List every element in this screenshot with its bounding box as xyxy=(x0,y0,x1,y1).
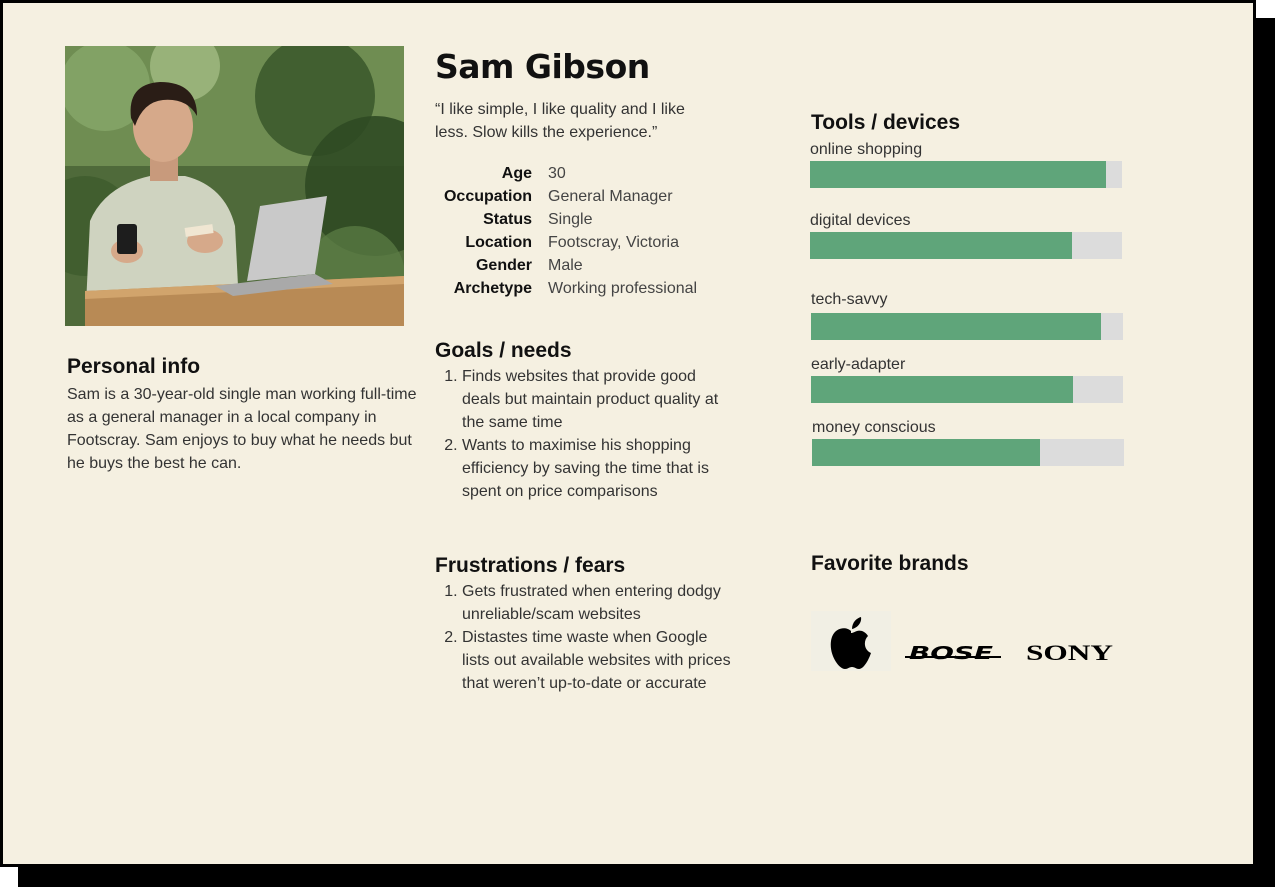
detail-label: Archetype xyxy=(453,280,532,297)
detail-value: Working professional xyxy=(548,280,698,297)
detail-value: Footscray, Victoria xyxy=(548,234,680,251)
persona-photo-illustration xyxy=(65,46,404,326)
bar-label-money-conscious: money conscious xyxy=(812,419,936,436)
frustrations-heading: Frustrations / fears xyxy=(435,554,626,577)
bar-track-early-adapter xyxy=(811,376,1123,403)
bar-track-money-conscious xyxy=(812,439,1124,466)
brands-heading: Favorite brands xyxy=(811,552,969,575)
bar-fill xyxy=(812,439,1040,466)
bar-fill xyxy=(810,232,1073,259)
bar-fill xyxy=(811,376,1074,403)
bose-logo-icon: BOSE xyxy=(903,633,1005,669)
bar-fill xyxy=(811,313,1102,340)
list-item: Finds websites that provide good deals b… xyxy=(462,365,734,434)
bar-label-digital-devices: digital devices xyxy=(810,212,911,229)
goals-list: Finds websites that provide good deals b… xyxy=(435,365,734,503)
detail-row-status: Status Single xyxy=(435,208,697,231)
persona-card: Sam Gibson “I like simple, I like qualit… xyxy=(0,0,1256,867)
detail-label: Age xyxy=(501,165,532,182)
bar-track-online-shopping xyxy=(810,161,1122,188)
detail-value: 30 xyxy=(548,165,566,182)
bar-track-tech-savvy xyxy=(811,313,1123,340)
persona-details: Age 30 Occupation General Manager Status… xyxy=(435,162,697,300)
svg-text:BOSE: BOSE xyxy=(909,643,994,664)
persona-quote: “I like simple, I like quality and I lik… xyxy=(435,101,685,141)
persona-name: Sam Gibson xyxy=(435,47,650,86)
detail-value: General Manager xyxy=(548,188,673,205)
detail-row-gender: Gender Male xyxy=(435,254,697,277)
list-item: Gets frustrated when entering dodgy unre… xyxy=(462,580,734,626)
bar-track-digital-devices xyxy=(810,232,1122,259)
personal-info-heading: Personal info xyxy=(67,355,201,378)
tools-heading: Tools / devices xyxy=(811,111,960,134)
detail-row-archetype: Archetype Working professional xyxy=(435,277,697,300)
detail-value: Single xyxy=(548,211,593,228)
detail-row-occupation: Occupation General Manager xyxy=(435,185,697,208)
detail-label: Gender xyxy=(475,257,532,274)
frustrations-list: Gets frustrated when entering dodgy unre… xyxy=(435,580,734,695)
sony-logo-icon: SONY xyxy=(1023,635,1117,667)
apple-logo-icon xyxy=(811,611,891,671)
list-item: Wants to maximise his shopping efficienc… xyxy=(462,434,734,503)
bar-label-tech-savvy: tech-savvy xyxy=(811,291,888,308)
personal-info-text: Sam is a 30-year-old single man working … xyxy=(67,386,417,472)
svg-text:SONY: SONY xyxy=(1026,640,1113,665)
detail-value: Male xyxy=(548,257,583,274)
detail-label: Status xyxy=(483,211,532,228)
bar-label-online-shopping: online shopping xyxy=(810,141,923,158)
list-item: Distastes time waste when Google lists o… xyxy=(462,626,734,695)
persona-photo xyxy=(65,46,404,326)
bar-label-early-adapter: early-adapter xyxy=(811,356,906,373)
goals-heading: Goals / needs xyxy=(435,339,572,362)
detail-label: Occupation xyxy=(443,188,532,205)
detail-label: Location xyxy=(465,234,532,251)
detail-row-age: Age 30 xyxy=(435,162,697,185)
bar-fill xyxy=(810,161,1107,188)
detail-row-location: Location Footscray, Victoria xyxy=(435,231,697,254)
